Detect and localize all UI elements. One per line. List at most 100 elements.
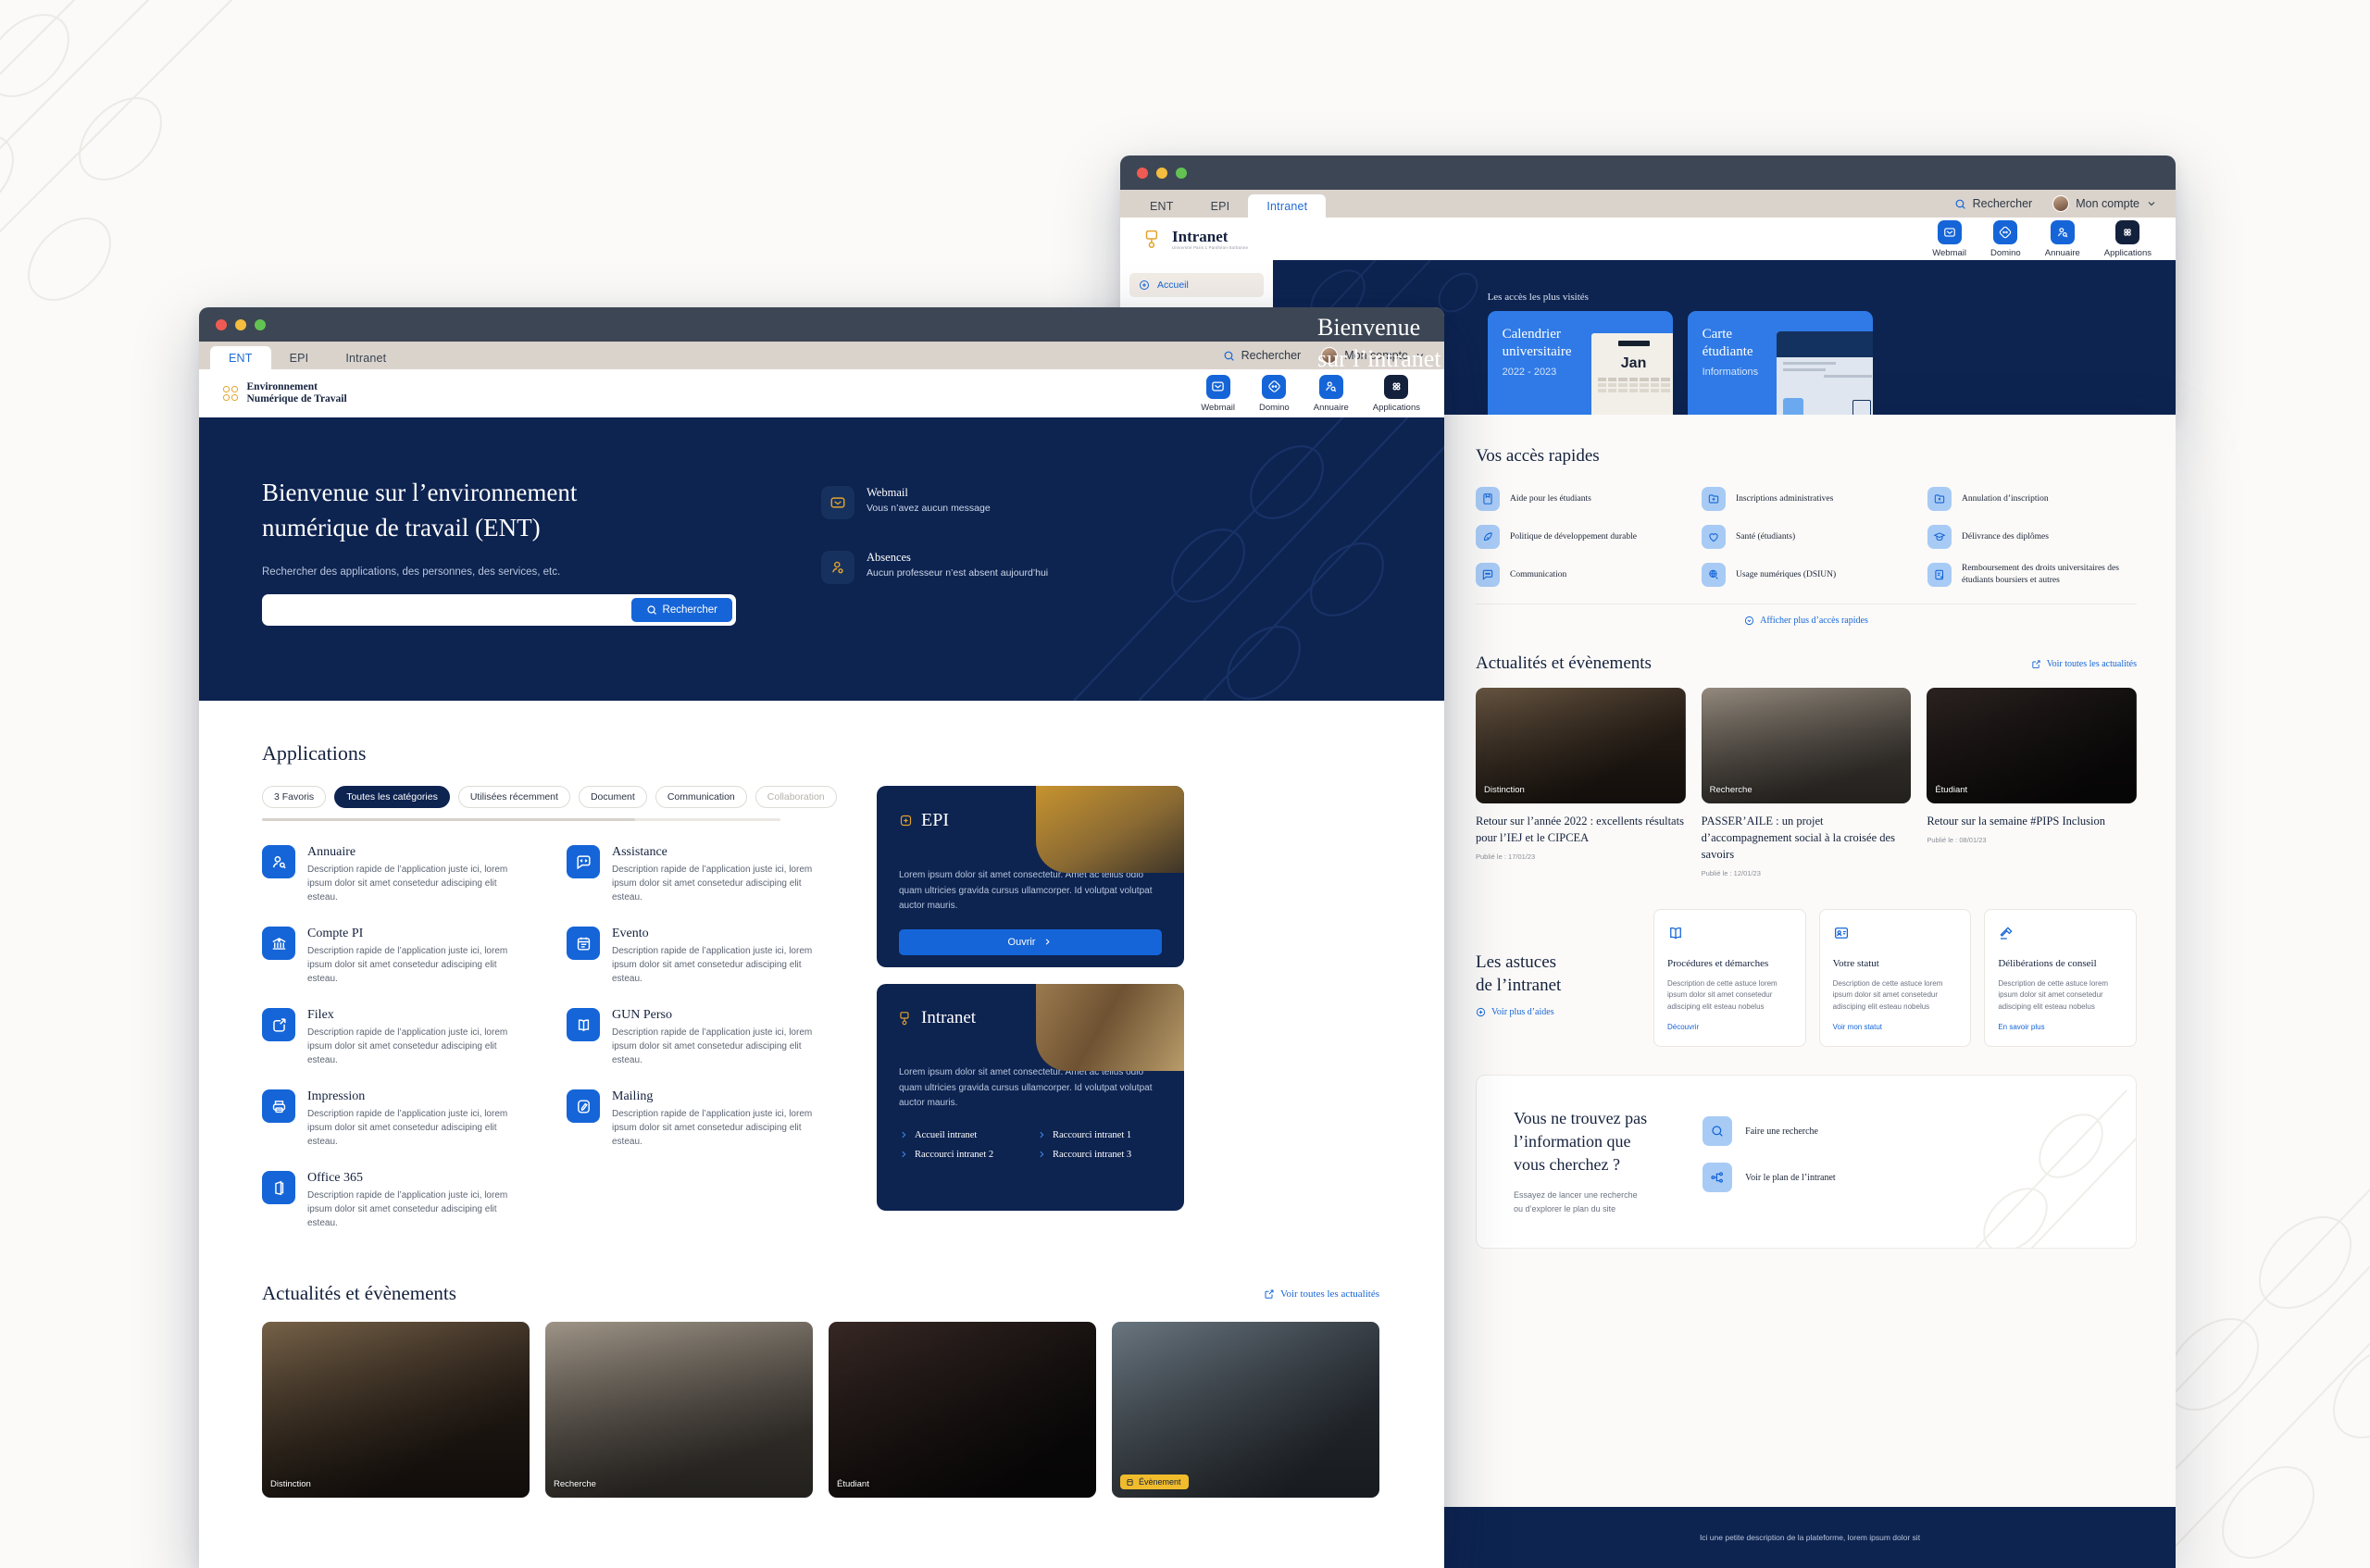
- promo-link[interactable]: Raccourci intranet 3: [1037, 1150, 1162, 1160]
- ent-brand[interactable]: Environnement Numérique de Travail: [223, 381, 347, 405]
- close-traffic-light[interactable]: [216, 318, 227, 330]
- promo-links[interactable]: Accueil intranet Raccourci intranet 1 Ra…: [899, 1130, 1162, 1160]
- intranet-header-apps[interactable]: Webmail Domino Annuaire Applications: [1932, 219, 2152, 258]
- app-item-filex[interactable]: Filex Description rapide de l’applicatio…: [262, 1008, 531, 1067]
- search-button[interactable]: Rechercher: [630, 597, 732, 622]
- app-item-mailing[interactable]: Mailing Description rapide de l’applicat…: [567, 1089, 836, 1149]
- search-input[interactable]: [266, 603, 631, 616]
- chip-toutes-les-categories[interactable]: Toutes les catégories: [334, 786, 450, 808]
- help-action-sitemap[interactable]: Voir le plan de l’intranet: [1703, 1163, 1836, 1193]
- app-item-office-365[interactable]: Office 365 Description rapide de l’appli…: [262, 1171, 531, 1230]
- header-app-webmail[interactable]: Webmail: [1201, 374, 1235, 413]
- chip-utilisees-recemment[interactable]: Utilisées récemment: [457, 786, 570, 808]
- close-traffic-light[interactable]: [1137, 167, 1148, 179]
- quick-access-item[interactable]: Communication: [1476, 563, 1685, 587]
- ent-browser-window[interactable]: ENT EPI Intranet Rechercher Mon compte E…: [199, 307, 1444, 1568]
- app-item-compte-pi[interactable]: Compte PI Description rapide de l’applic…: [262, 927, 531, 986]
- bank-icon: [262, 927, 295, 960]
- promo-link[interactable]: Raccourci intranet 1: [1037, 1130, 1162, 1140]
- hero-card-carte-etudiante[interactable]: Carte étudiante Informations: [1687, 311, 1873, 415]
- see-all-news-link[interactable]: Voir toutes les actualités: [2031, 659, 2137, 669]
- quick-access-item[interactable]: Remboursement des droits universitaires …: [1927, 563, 2137, 587]
- tab-epi[interactable]: EPI: [271, 346, 328, 369]
- header-app-domino[interactable]: Domino: [1990, 219, 2021, 258]
- four-circles-logo: [223, 386, 238, 401]
- hero-card-title-line2: étudiante: [1702, 344, 1753, 360]
- tab-ent[interactable]: ENT: [210, 346, 271, 369]
- app-item-assistance[interactable]: Assistance Description rapide de l’appli…: [567, 845, 836, 904]
- quick-access-item[interactable]: Politique de développement durable: [1476, 525, 1685, 549]
- intranet-brand-title: Intranet: [1172, 227, 1229, 245]
- intranet-search-control[interactable]: Rechercher: [1954, 197, 2032, 210]
- tab-intranet[interactable]: Intranet: [1248, 194, 1327, 218]
- tip-link[interactable]: Découvrir: [1667, 1023, 1792, 1031]
- news-date: Publié le : 17/01/23: [1476, 852, 1536, 862]
- hero-searchbar[interactable]: Rechercher: [262, 593, 736, 626]
- news-card-recherche[interactable]: Recherche: [545, 1322, 813, 1498]
- header-app-applications[interactable]: Applications: [2104, 219, 2152, 258]
- promo-open-button[interactable]: Ouvrir: [899, 928, 1162, 955]
- news-item[interactable]: Étudiant Retour sur la semaine #PIPS Inc…: [1927, 688, 2137, 877]
- tab-epi[interactable]: EPI: [1192, 194, 1249, 218]
- maximize-traffic-light[interactable]: [255, 318, 266, 330]
- tip-link[interactable]: Voir mon statut: [1833, 1023, 1958, 1031]
- ent-tabbar[interactable]: ENT EPI Intranet Rechercher Mon compte: [199, 342, 1444, 369]
- tip-link[interactable]: En savoir plus: [1998, 1023, 2123, 1031]
- news-card-etudiant[interactable]: Étudiant: [829, 1322, 1096, 1498]
- see-all-news-link[interactable]: Voir toutes les actualités: [1264, 1288, 1379, 1300]
- header-app-annuaire[interactable]: Annuaire: [2045, 219, 2080, 258]
- quick-access-item[interactable]: Santé (étudiants): [1702, 525, 1911, 549]
- news-tag: Distinction: [1484, 785, 1525, 795]
- news-item[interactable]: Recherche PASSER’AILE : un projet d’acco…: [1701, 688, 1912, 877]
- tip-card[interactable]: Délibérations de conseil Description de …: [1984, 909, 2137, 1048]
- hero-card-calendrier[interactable]: Calendrier universitaire 2022 - 2023 Jan: [1487, 311, 1673, 415]
- quick-access-item[interactable]: Inscriptions administratives: [1702, 487, 1911, 511]
- see-all-news-label: Voir toutes les actualités: [1279, 1288, 1379, 1300]
- intranet-site-header: Intranet Université Paris 1 Panthéon-Sor…: [1120, 218, 2176, 260]
- intranet-account-menu[interactable]: Mon compte: [2052, 195, 2157, 212]
- hero-info-webmail[interactable]: Webmail Vous n’avez aucun message: [821, 486, 1048, 519]
- see-more-tips-link[interactable]: Voir plus d’aides: [1476, 1007, 1631, 1017]
- header-app-domino[interactable]: Domino: [1259, 374, 1290, 413]
- intranet-brand[interactable]: Intranet Université Paris 1 Panthéon-Sor…: [1144, 228, 1248, 250]
- promo-link[interactable]: Accueil intranet: [899, 1130, 1024, 1140]
- news-card-distinction[interactable]: Distinction: [262, 1322, 530, 1498]
- chip-collaboration[interactable]: Collaboration: [755, 786, 837, 808]
- application-filter-chips[interactable]: 3 Favoris Toutes les catégories Utilisée…: [262, 786, 837, 808]
- sidebar-item-accueil[interactable]: Accueil: [1129, 273, 1264, 297]
- news-item[interactable]: Distinction Retour sur l’année 2022 : ex…: [1476, 688, 1686, 877]
- promo-card-epi[interactable]: EPI Lorem ipsum dolor sit amet consectet…: [877, 786, 1184, 967]
- app-item-gun-perso[interactable]: GUN Perso Description rapide de l’applic…: [567, 1008, 836, 1067]
- header-app-webmail[interactable]: Webmail: [1932, 219, 1966, 258]
- app-item-annuaire[interactable]: Annuaire Description rapide de l’applica…: [262, 845, 531, 904]
- chips-scrollbar[interactable]: [262, 818, 780, 821]
- quick-access-item[interactable]: Usage numériques (DSIUN): [1702, 563, 1911, 587]
- sidebar-item-label: Accueil: [1157, 280, 1189, 291]
- quick-access-item[interactable]: Annulation d’inscription: [1927, 487, 2137, 511]
- app-item-impression[interactable]: Impression Description rapide de l’appli…: [262, 1089, 531, 1149]
- chip-document[interactable]: Document: [578, 786, 647, 808]
- help-action-search[interactable]: Faire une recherche: [1703, 1116, 1836, 1147]
- app-item-evento[interactable]: Evento Description rapide de l’applicati…: [567, 927, 836, 986]
- chip-favoris[interactable]: 3 Favoris: [262, 786, 327, 808]
- chip-communication[interactable]: Communication: [655, 786, 747, 808]
- quick-access-item[interactable]: Aide pour les étudiants: [1476, 487, 1685, 511]
- tab-ent[interactable]: ENT: [1131, 194, 1192, 218]
- tab-intranet[interactable]: Intranet: [327, 346, 405, 369]
- maximize-traffic-light[interactable]: [1176, 167, 1187, 179]
- show-more-quick-access-button[interactable]: Afficher plus d’accès rapides: [1744, 616, 1868, 626]
- quick-access-item[interactable]: Délivrance des diplômes: [1927, 525, 2137, 549]
- ent-search-control[interactable]: Rechercher: [1223, 349, 1301, 362]
- intranet-tabbar[interactable]: ENT EPI Intranet Rechercher Mon compte: [1120, 190, 2176, 218]
- minimize-traffic-light[interactable]: [235, 318, 246, 330]
- tip-card[interactable]: Votre statut Description de cette astuce…: [1818, 909, 1972, 1048]
- intranet-node-icon: [900, 1012, 909, 1026]
- hero-title-line1: Bienvenue: [1317, 314, 1421, 341]
- app-desc: Description rapide de l’application just…: [307, 1109, 508, 1147]
- promo-card-intranet[interactable]: Intranet Lorem ipsum dolor sit amet cons…: [877, 984, 1184, 1211]
- minimize-traffic-light[interactable]: [1156, 167, 1167, 179]
- news-card-evenement[interactable]: Évènement: [1112, 1322, 1379, 1498]
- promo-link[interactable]: Raccourci intranet 2: [899, 1150, 1024, 1160]
- hero-info-absences[interactable]: Absences Aucun professeur n’est absent a…: [821, 551, 1048, 584]
- tip-card[interactable]: Procédures et démarches Description de c…: [1653, 909, 1806, 1048]
